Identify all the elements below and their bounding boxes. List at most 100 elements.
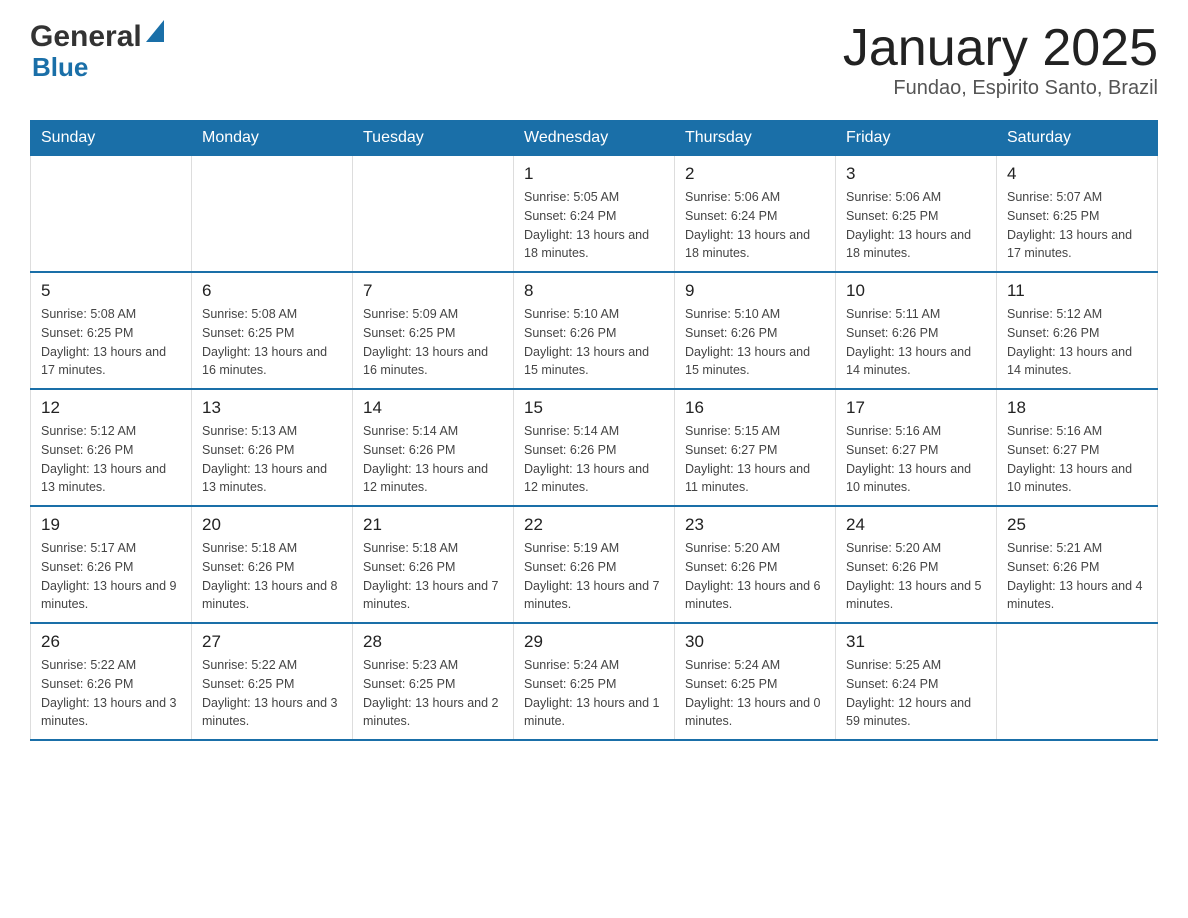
calendar-cell: 19 Sunrise: 5:17 AM Sunset: 6:26 PM Dayli… (31, 506, 192, 623)
day-number: 25 (1007, 515, 1147, 535)
day-info: Sunrise: 5:14 AM Sunset: 6:26 PM Dayligh… (363, 422, 503, 497)
day-number: 27 (202, 632, 342, 652)
calendar-subtitle: Fundao, Espirito Santo, Brazil (843, 77, 1158, 100)
week-row-2: 5 Sunrise: 5:08 AM Sunset: 6:25 PM Daylig… (31, 272, 1158, 389)
logo-general-text: General (30, 20, 142, 53)
day-number: 28 (363, 632, 503, 652)
weekday-header-saturday: Saturday (997, 121, 1158, 156)
day-info: Sunrise: 5:10 AM Sunset: 6:26 PM Dayligh… (685, 305, 825, 380)
day-info: Sunrise: 5:18 AM Sunset: 6:26 PM Dayligh… (202, 539, 342, 614)
calendar-cell: 21Sunrise: 5:18 AM Sunset: 6:26 PM Dayli… (353, 506, 514, 623)
calendar-cell: 18Sunrise: 5:16 AM Sunset: 6:27 PM Dayli… (997, 389, 1158, 506)
weekday-header-row: SundayMondayTuesdayWednesdayThursdayFrid… (31, 121, 1158, 156)
day-number: 17 (846, 398, 986, 418)
calendar-cell: 9 Sunrise: 5:10 AM Sunset: 6:26 PM Daylig… (675, 272, 836, 389)
calendar-cell: 3 Sunrise: 5:06 AM Sunset: 6:25 PM Daylig… (836, 156, 997, 273)
calendar-title: January 2025 (843, 20, 1158, 77)
day-number: 9 (685, 281, 825, 301)
day-info: Sunrise: 5:16 AM Sunset: 6:27 PM Dayligh… (846, 422, 986, 497)
calendar-table: SundayMondayTuesdayWednesdayThursdayFrid… (30, 120, 1158, 741)
calendar-cell: 12Sunrise: 5:12 AM Sunset: 6:26 PM Dayli… (31, 389, 192, 506)
calendar-cell: 26Sunrise: 5:22 AM Sunset: 6:26 PM Dayli… (31, 623, 192, 740)
calendar-cell: 16Sunrise: 5:15 AM Sunset: 6:27 PM Dayli… (675, 389, 836, 506)
day-info: Sunrise: 5:21 AM Sunset: 6:26 PM Dayligh… (1007, 539, 1147, 614)
day-info: Sunrise: 5:05 AM Sunset: 6:24 PM Dayligh… (524, 188, 664, 263)
day-number: 8 (524, 281, 664, 301)
calendar-cell: 22Sunrise: 5:19 AM Sunset: 6:26 PM Dayli… (514, 506, 675, 623)
day-number: 24 (846, 515, 986, 535)
day-info: Sunrise: 5:08 AM Sunset: 6:25 PM Dayligh… (41, 305, 181, 380)
week-row-5: 26Sunrise: 5:22 AM Sunset: 6:26 PM Dayli… (31, 623, 1158, 740)
day-number: 16 (685, 398, 825, 418)
week-row-3: 12Sunrise: 5:12 AM Sunset: 6:26 PM Dayli… (31, 389, 1158, 506)
logo-triangle-icon (146, 20, 164, 47)
calendar-cell: 10 Sunrise: 5:11 AM Sunset: 6:26 PM Dayli… (836, 272, 997, 389)
weekday-header-thursday: Thursday (675, 121, 836, 156)
calendar-cell: 7Sunrise: 5:09 AM Sunset: 6:25 PM Daylig… (353, 272, 514, 389)
day-number: 19 (41, 515, 181, 535)
calendar-cell: 30Sunrise: 5:24 AM Sunset: 6:25 PM Dayli… (675, 623, 836, 740)
calendar-cell: 15 Sunrise: 5:14 AM Sunset: 6:26 PM Dayli… (514, 389, 675, 506)
day-info: Sunrise: 5:22 AM Sunset: 6:25 PM Dayligh… (202, 656, 342, 731)
day-number: 18 (1007, 398, 1147, 418)
day-info: Sunrise: 5:11 AM Sunset: 6:26 PM Dayligh… (846, 305, 986, 380)
day-info: Sunrise: 5:17 AM Sunset: 6:26 PM Dayligh… (41, 539, 181, 614)
day-number: 3 (846, 164, 986, 184)
day-info: Sunrise: 5:06 AM Sunset: 6:24 PM Dayligh… (685, 188, 825, 263)
day-info: Sunrise: 5:14 AM Sunset: 6:26 PM Dayligh… (524, 422, 664, 497)
day-info: Sunrise: 5:06 AM Sunset: 6:25 PM Dayligh… (846, 188, 986, 263)
day-info: Sunrise: 5:24 AM Sunset: 6:25 PM Dayligh… (524, 656, 664, 731)
day-info: Sunrise: 5:23 AM Sunset: 6:25 PM Dayligh… (363, 656, 503, 731)
weekday-header-wednesday: Wednesday (514, 121, 675, 156)
day-number: 11 (1007, 281, 1147, 301)
day-number: 29 (524, 632, 664, 652)
day-info: Sunrise: 5:25 AM Sunset: 6:24 PM Dayligh… (846, 656, 986, 731)
calendar-cell: 13Sunrise: 5:13 AM Sunset: 6:26 PM Dayli… (192, 389, 353, 506)
calendar-cell (353, 156, 514, 273)
logo-combined: General Blue (30, 20, 164, 82)
day-number: 2 (685, 164, 825, 184)
day-number: 7 (363, 281, 503, 301)
calendar-cell: 4Sunrise: 5:07 AM Sunset: 6:25 PM Daylig… (997, 156, 1158, 273)
day-number: 15 (524, 398, 664, 418)
logo-row1: General (30, 20, 164, 53)
day-number: 26 (41, 632, 181, 652)
calendar-cell: 20 Sunrise: 5:18 AM Sunset: 6:26 PM Dayli… (192, 506, 353, 623)
calendar-cell (31, 156, 192, 273)
day-number: 13 (202, 398, 342, 418)
calendar-cell: 8Sunrise: 5:10 AM Sunset: 6:26 PM Daylig… (514, 272, 675, 389)
calendar-cell: 31Sunrise: 5:25 AM Sunset: 6:24 PM Dayli… (836, 623, 997, 740)
day-number: 1 (524, 164, 664, 184)
calendar-cell: 27 Sunrise: 5:22 AM Sunset: 6:25 PM Dayli… (192, 623, 353, 740)
day-number: 5 (41, 281, 181, 301)
calendar-cell: 25 Sunrise: 5:21 AM Sunset: 6:26 PM Dayli… (997, 506, 1158, 623)
day-number: 6 (202, 281, 342, 301)
day-number: 10 (846, 281, 986, 301)
weekday-header-sunday: Sunday (31, 121, 192, 156)
day-info: Sunrise: 5:12 AM Sunset: 6:26 PM Dayligh… (1007, 305, 1147, 380)
calendar-cell: 1 Sunrise: 5:05 AM Sunset: 6:24 PM Daylig… (514, 156, 675, 273)
calendar-cell: 2 Sunrise: 5:06 AM Sunset: 6:24 PM Daylig… (675, 156, 836, 273)
page-header: General Blue January 2025 Fundao, Espiri… (30, 20, 1158, 100)
calendar-cell: 29 Sunrise: 5:24 AM Sunset: 6:25 PM Dayli… (514, 623, 675, 740)
day-number: 20 (202, 515, 342, 535)
week-row-1: 1 Sunrise: 5:05 AM Sunset: 6:24 PM Daylig… (31, 156, 1158, 273)
logo-blue-text: Blue (32, 53, 164, 82)
week-row-4: 19 Sunrise: 5:17 AM Sunset: 6:26 PM Dayli… (31, 506, 1158, 623)
calendar-cell: 24Sunrise: 5:20 AM Sunset: 6:26 PM Dayli… (836, 506, 997, 623)
day-number: 21 (363, 515, 503, 535)
day-number: 30 (685, 632, 825, 652)
weekday-header-friday: Friday (836, 121, 997, 156)
day-number: 23 (685, 515, 825, 535)
calendar-cell: 23 Sunrise: 5:20 AM Sunset: 6:26 PM Dayli… (675, 506, 836, 623)
calendar-cell: 11 Sunrise: 5:12 AM Sunset: 6:26 PM Dayli… (997, 272, 1158, 389)
calendar-cell: 6Sunrise: 5:08 AM Sunset: 6:25 PM Daylig… (192, 272, 353, 389)
day-info: Sunrise: 5:20 AM Sunset: 6:26 PM Dayligh… (685, 539, 825, 614)
calendar-cell (997, 623, 1158, 740)
logo: General Blue (30, 20, 164, 82)
day-number: 4 (1007, 164, 1147, 184)
day-number: 14 (363, 398, 503, 418)
weekday-header-monday: Monday (192, 121, 353, 156)
day-info: Sunrise: 5:12 AM Sunset: 6:26 PM Dayligh… (41, 422, 181, 497)
calendar-cell: 28 Sunrise: 5:23 AM Sunset: 6:25 PM Dayli… (353, 623, 514, 740)
